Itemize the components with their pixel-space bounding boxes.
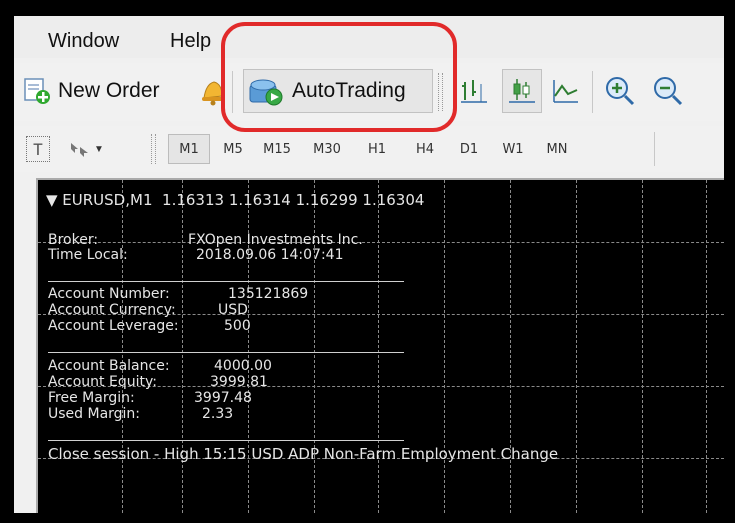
account-balance-label: Account Balance: [48,358,170,374]
zoom-in-icon [606,77,635,106]
grid-line [38,242,724,243]
timeframe-m1[interactable]: M1 [168,134,210,164]
grid-line [182,180,183,513]
zoom-out-button[interactable] [652,69,684,113]
account-number-value: 135121869 [228,286,309,302]
broker-value: FXOpen Investments Inc. [188,232,363,248]
symbol-header: ▼ EURUSD,M1 1.16313 1.16314 1.16299 1.16… [46,191,425,209]
timeframe-m5[interactable]: M5 [212,134,254,164]
time-local-label: Time Local: [48,247,128,263]
candlestick-button[interactable] [502,69,542,113]
grid-line [642,180,643,513]
broker-label: Broker: [48,232,99,248]
new-order-icon [24,78,50,104]
account-leverage-value: 500 [224,318,251,334]
timeframe-d1[interactable]: D1 [448,134,490,164]
grid-line [314,180,315,513]
line-chart-button[interactable] [550,69,580,113]
grid-line [510,180,511,513]
divider [48,352,404,353]
toolbar-separator-3 [654,132,655,166]
new-order-button[interactable]: New Order [22,69,160,113]
new-order-label: New Order [58,79,160,102]
zoom-in-button[interactable] [604,69,636,113]
timeframe-m15[interactable]: M15 [256,134,298,164]
used-margin-value: 2.33 [202,406,234,422]
toolbar-grip-2[interactable] [151,134,156,164]
account-currency-label: Account Currency: [48,302,176,318]
time-local-value: 2018.09.06 14:07:41 [196,247,344,263]
bar-chart-icon [461,80,487,103]
zoom-out-icon [654,77,683,106]
free-margin-label: Free Margin: [48,390,135,406]
menu-window[interactable]: Window [48,30,119,53]
timeframe-m30[interactable]: M30 [306,134,348,164]
candlestick-icon [509,79,535,103]
account-number-label: Account Number: [48,286,170,302]
bar-chart-button[interactable] [460,69,488,113]
timeframe-h4[interactable]: H4 [404,134,446,164]
news-event: Close session - High 15:15 USD ADP Non-F… [48,445,559,463]
timeframe-h1[interactable]: H1 [356,134,398,164]
arrows-tool-button[interactable]: ▼ [68,138,106,160]
text-tool-icon[interactable]: T [26,136,50,162]
chevron-down-icon: ▼ [94,143,104,155]
grid-line [248,180,249,513]
used-margin-label: Used Margin: [48,406,141,422]
grid-line [576,180,577,513]
divider [48,281,404,282]
grid-line [706,180,707,513]
chart-window[interactable]: ▼ EURUSD,M1 1.16313 1.16314 1.16299 1.16… [36,178,724,513]
account-leverage-label: Account Leverage: [48,318,179,334]
grid-line [378,180,379,513]
account-currency-value: USD [218,302,248,318]
timeframe-mn[interactable]: MN [536,134,578,164]
arrows-icon [71,143,88,157]
line-chart-icon [553,80,578,103]
account-equity-label: Account Equity: [48,374,157,390]
highlight-annotation [221,22,457,132]
toolbar-separator-2 [592,71,593,113]
account-equity-value: 3999.81 [210,374,268,390]
grid-line [444,180,445,513]
free-margin-value: 3997.48 [194,390,252,406]
account-balance-value: 4000.00 [214,358,272,374]
menu-help[interactable]: Help [170,30,211,53]
divider [48,440,404,441]
periodicity-toolbar: T ▼ M1 M5 M15 M30 H1 H4 D1 W1 MN [14,126,724,172]
grid-line [122,180,123,513]
timeframe-w1[interactable]: W1 [492,134,534,164]
